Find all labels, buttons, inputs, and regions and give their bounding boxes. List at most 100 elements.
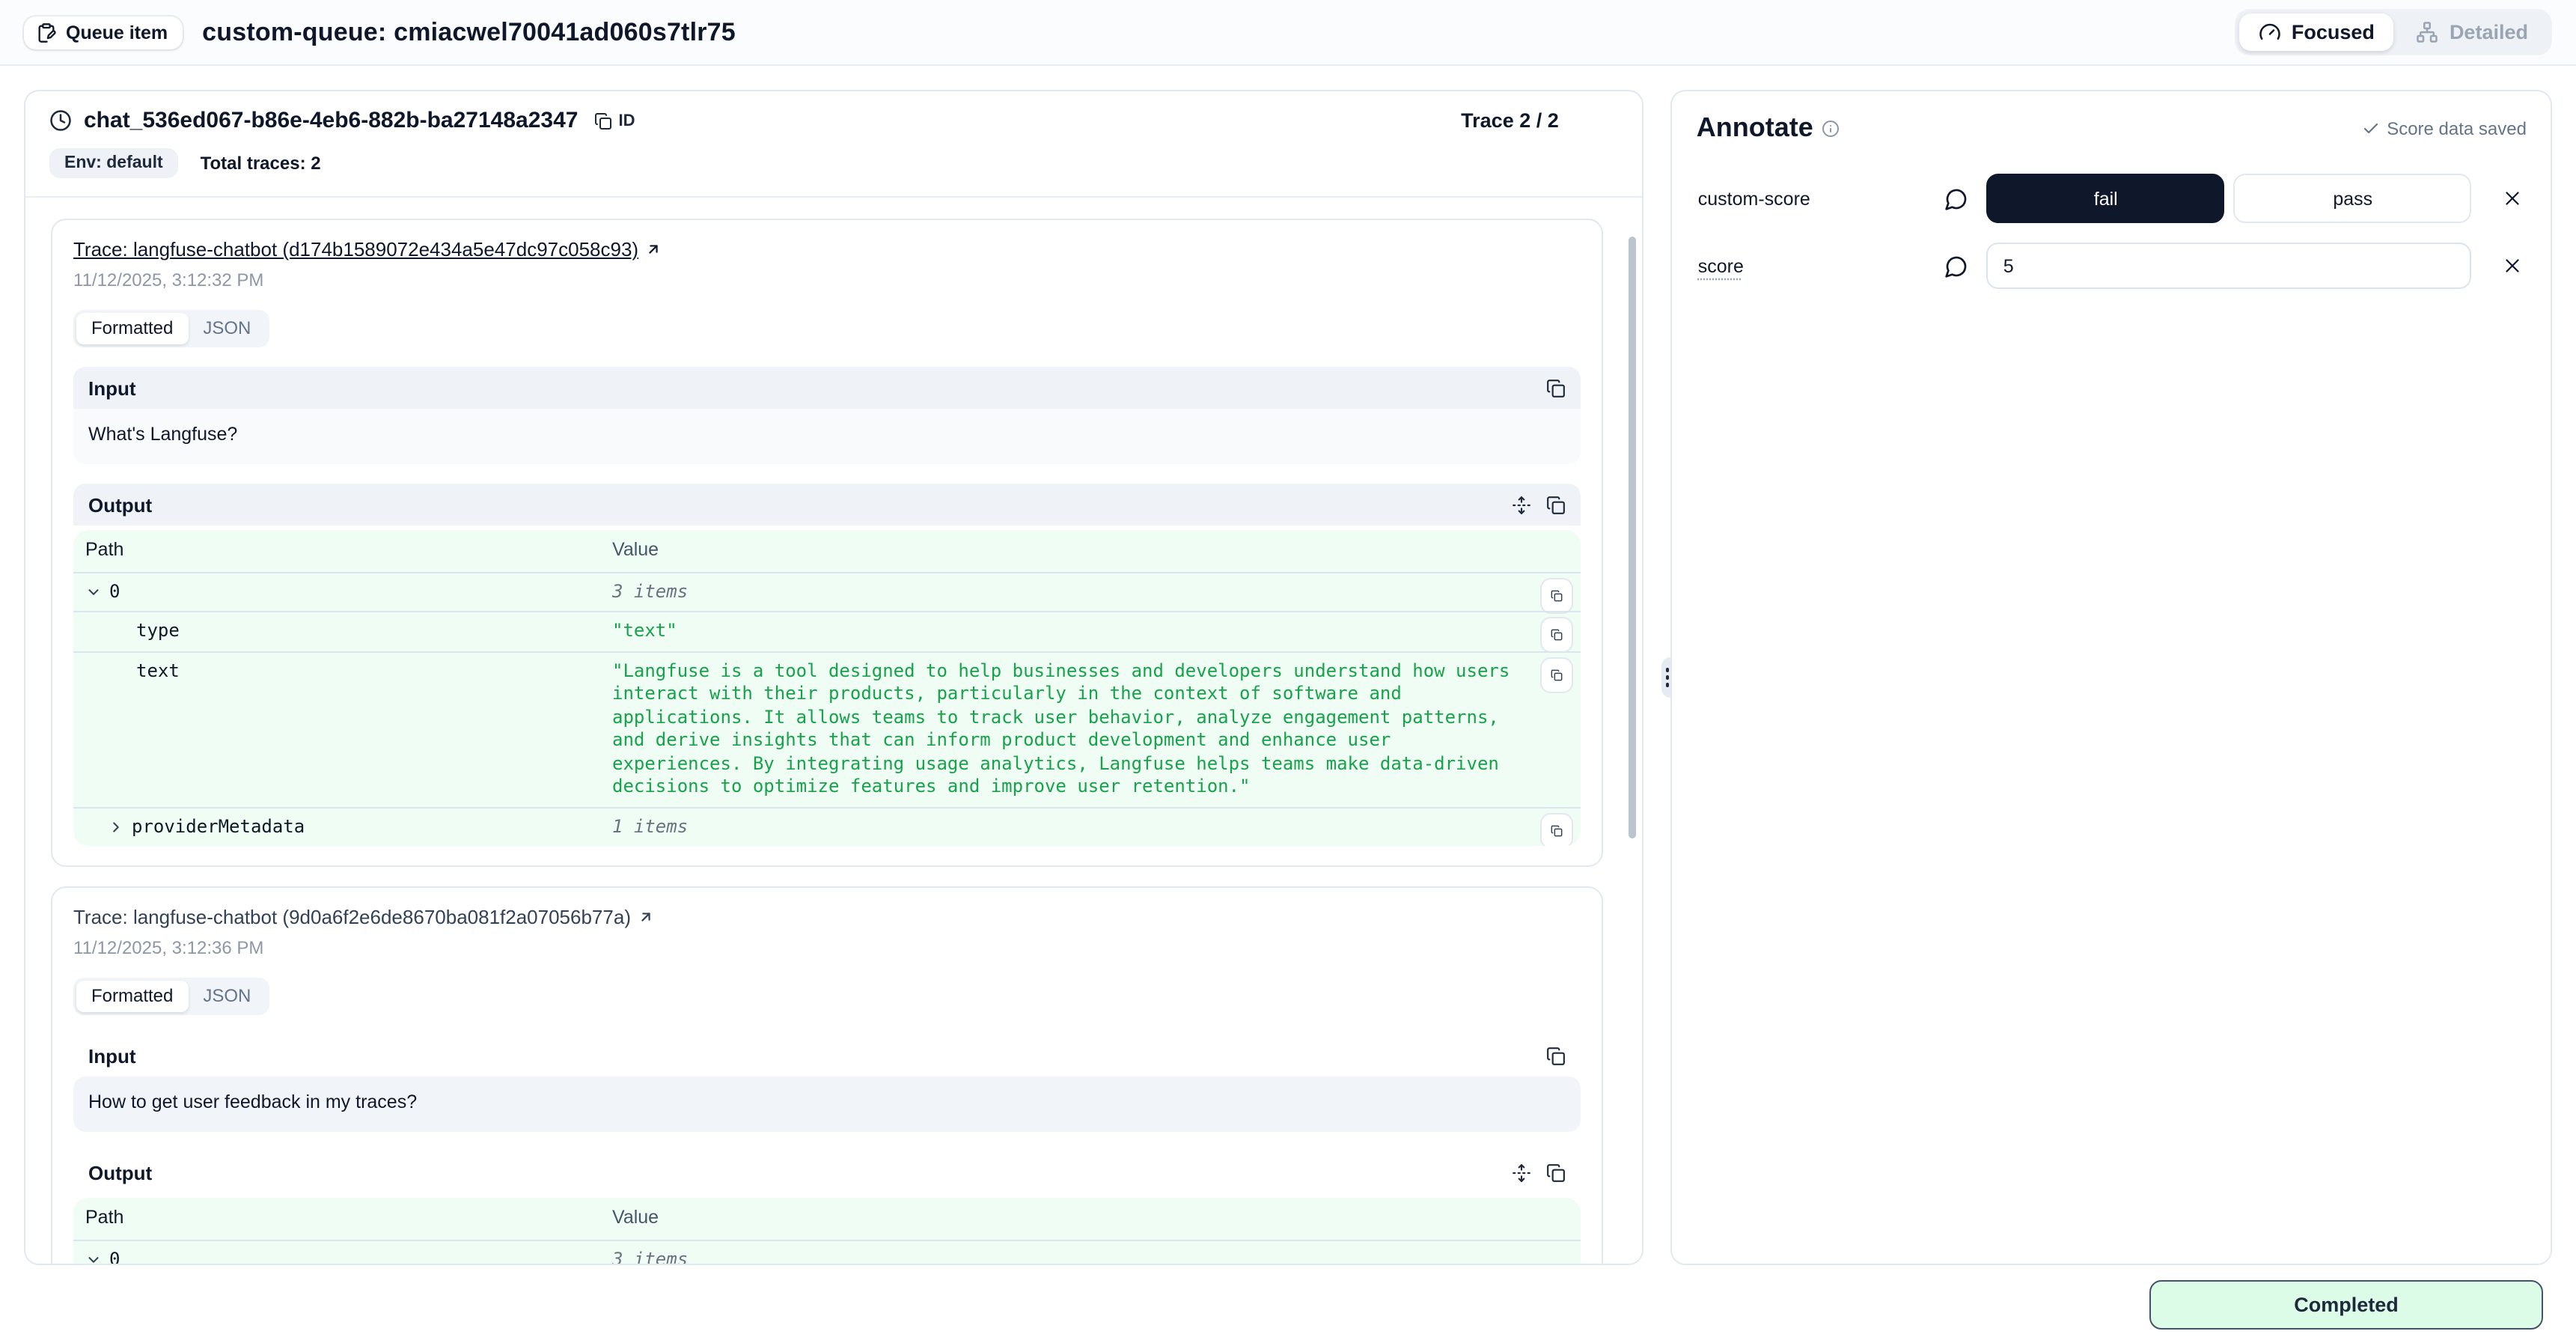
output-section: Output [73, 1151, 1581, 1264]
env-badge: Env: default [49, 148, 178, 178]
copy-row-button[interactable] [1541, 617, 1574, 653]
copy-row-button[interactable] [1541, 657, 1574, 692]
vertical-scrollbar[interactable] [1629, 237, 1637, 838]
detailed-label: Detailed [2450, 21, 2528, 43]
clipboard-pen-icon [36, 22, 57, 43]
annotate-title: Annotate [1697, 112, 1813, 144]
row-path: 0 [109, 1248, 120, 1264]
row-path: text [136, 660, 180, 680]
id-label: ID [618, 112, 635, 130]
copy-output-button[interactable] [1547, 1163, 1566, 1182]
input-heading: Input [88, 1044, 136, 1067]
table-row[interactable]: 0 3 items [73, 571, 1581, 611]
trace-link-text: Trace: langfuse-chatbot (9d0a6f2e6de8670… [73, 906, 631, 928]
remove-score-button[interactable] [2498, 255, 2527, 277]
input-value: How to get user feedback in my traces? [73, 1076, 1581, 1132]
score-row-custom-score: custom-score fail pass [1697, 174, 2527, 223]
output-json-table: Path Value 0 3 items [73, 1198, 1581, 1264]
table-row[interactable]: type "text" [73, 611, 1581, 651]
footer: Completed [0, 1265, 2576, 1343]
copy-row-button[interactable] [1541, 812, 1574, 846]
trace-link-text: Trace: langfuse-chatbot (d174b1589072e43… [73, 238, 638, 261]
input-section: Input What's Langfuse? [73, 367, 1581, 464]
tab-formatted[interactable]: Formatted [76, 981, 188, 1012]
chevron-right-icon[interactable] [108, 818, 124, 835]
row-value: "text" [612, 620, 1530, 643]
chevron-down-icon[interactable] [85, 583, 102, 600]
copy-icon [594, 112, 612, 130]
external-link-icon [644, 241, 661, 258]
output-heading: Output [88, 1161, 152, 1184]
total-traces: Total traces: 2 [201, 153, 321, 174]
info-icon[interactable] [1822, 119, 1840, 137]
copy-row-button[interactable] [1541, 577, 1574, 613]
network-icon [2417, 21, 2439, 43]
table-row[interactable]: 0 3 items [73, 1239, 1581, 1264]
option-pass-button[interactable]: pass [2234, 174, 2472, 223]
gauge-icon [2259, 21, 2281, 43]
external-link-icon [637, 909, 653, 925]
copy-input-button[interactable] [1547, 1046, 1566, 1065]
format-tabs: Formatted JSON [73, 978, 269, 1015]
check-icon [2361, 119, 2379, 137]
item-title: chat_536ed067-b86e-4eb6-882b-ba27148a234… [84, 108, 578, 133]
path-column-header: Path [85, 1207, 612, 1230]
trace-link-1[interactable]: Trace: langfuse-chatbot (d174b1589072e43… [73, 238, 661, 261]
queue-item-panel: chat_536ed067-b86e-4eb6-882b-ba27148a234… [24, 90, 1644, 1265]
app: Queue item custom-queue: cmiacwel70041ad… [0, 0, 2576, 1343]
trace-timestamp: 11/12/2025, 3:12:32 PM [73, 269, 1581, 290]
output-heading: Output [88, 493, 152, 516]
copy-output-button[interactable] [1547, 495, 1566, 514]
table-header-row: Path Value [73, 530, 1581, 571]
format-tabs: Formatted JSON [73, 310, 269, 347]
path-column-header: Path [85, 539, 612, 562]
score-name: score [1697, 255, 1921, 276]
queue-item-label: Queue item [66, 22, 168, 43]
row-path: providerMetadata [132, 815, 305, 836]
score-row-score: score [1697, 243, 2527, 289]
comment-button[interactable] [1921, 254, 1987, 278]
focused-label: Focused [2292, 21, 2375, 43]
value-column-header: Value [612, 539, 1530, 562]
save-status: Score data saved [2361, 118, 2527, 138]
row-value: 3 items [612, 580, 1530, 603]
detailed-view-button[interactable]: Detailed [2397, 13, 2548, 51]
trace-link-2[interactable]: Trace: langfuse-chatbot (9d0a6f2e6de8670… [73, 906, 653, 928]
table-header-row: Path Value [73, 1198, 1581, 1239]
row-path: type [136, 620, 180, 641]
chevron-down-icon[interactable] [85, 1251, 102, 1264]
expand-output-button[interactable] [1513, 1163, 1532, 1182]
row-path: 0 [109, 580, 120, 601]
tab-json[interactable]: JSON [188, 313, 266, 344]
input-section: Input How to get user feedback in my tra… [73, 1035, 1581, 1132]
expand-output-button[interactable] [1513, 495, 1532, 514]
trace-timestamp: 11/12/2025, 3:12:36 PM [73, 937, 1581, 958]
copy-id-button[interactable]: ID [590, 109, 639, 133]
score-name: custom-score [1697, 188, 1921, 209]
completed-button[interactable]: Completed [2149, 1279, 2543, 1329]
queue-item-badge: Queue item [24, 16, 183, 49]
copy-input-button[interactable] [1547, 378, 1566, 398]
option-fail-button[interactable]: fail [1987, 174, 2225, 223]
annotate-panel: Annotate Score data saved custom-score [1671, 90, 2552, 1265]
output-json-table: Path Value 0 3 items type "text" [73, 530, 1581, 846]
focused-view-button[interactable]: Focused [2239, 13, 2394, 51]
remove-score-button[interactable] [2498, 187, 2527, 210]
table-row[interactable]: text "Langfuse is a tool designed to hel… [73, 651, 1581, 806]
row-value: 3 items [612, 1248, 1530, 1264]
score-value-input[interactable] [1987, 243, 2472, 289]
view-toggle: Focused Detailed [2235, 9, 2552, 55]
topbar: Queue item custom-queue: cmiacwel70041ad… [0, 0, 2576, 66]
page-title: custom-queue: cmiacwel70041ad060s7tlr75 [202, 17, 736, 47]
tab-json[interactable]: JSON [188, 981, 266, 1012]
value-column-header: Value [612, 1207, 1530, 1230]
table-row[interactable]: providerMetadata 1 items [73, 806, 1581, 846]
comment-button[interactable] [1921, 186, 1987, 210]
row-value: "Langfuse is a tool designed to help bus… [612, 660, 1530, 799]
input-heading: Input [88, 377, 136, 399]
trace-counter: Trace 2 / 2 [1461, 109, 1619, 132]
content-split: chat_536ed067-b86e-4eb6-882b-ba27148a234… [0, 66, 2576, 1265]
trace-card-2: Trace: langfuse-chatbot (9d0a6f2e6de8670… [51, 886, 1604, 1264]
tab-formatted[interactable]: Formatted [76, 313, 188, 344]
item-header: chat_536ed067-b86e-4eb6-882b-ba27148a234… [25, 91, 1643, 196]
